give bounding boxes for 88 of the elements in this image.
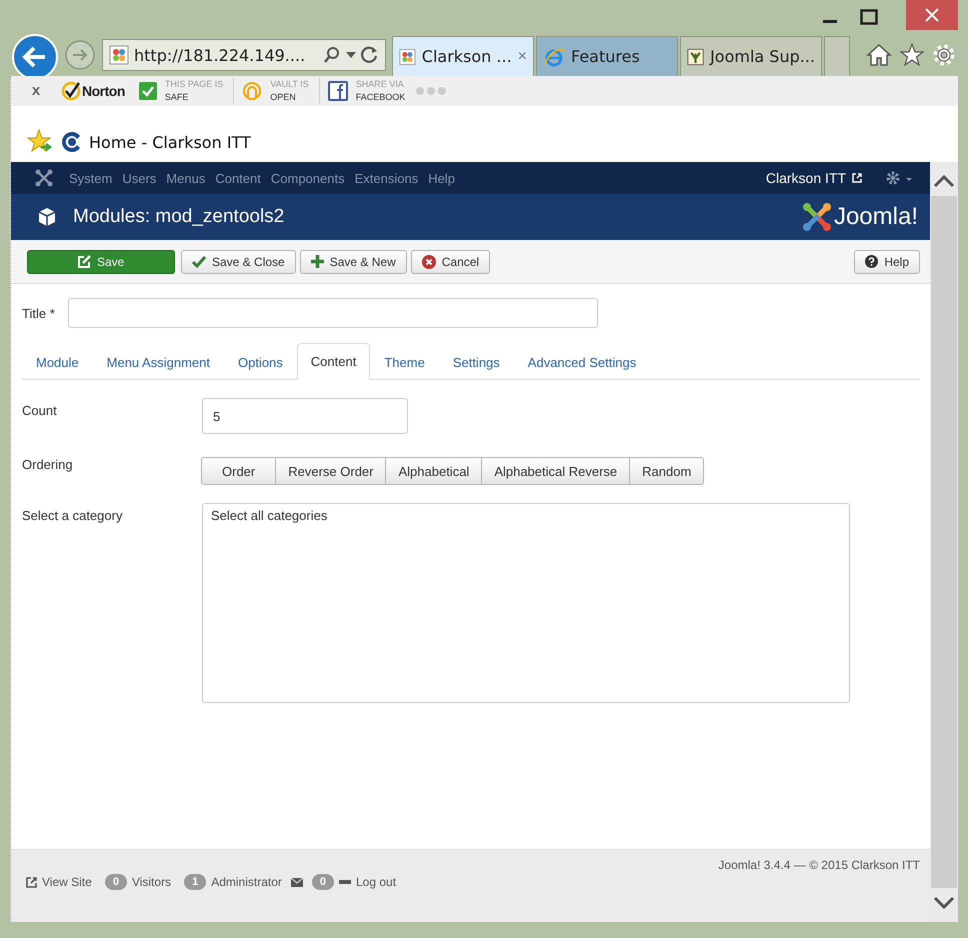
field-label: Count xyxy=(22,402,58,418)
title-label: Title * xyxy=(22,306,55,320)
check-icon xyxy=(61,81,81,101)
home-icon[interactable] xyxy=(866,43,892,67)
toolbar-button[interactable]: Save xyxy=(27,250,175,274)
option-button[interactable]: Order xyxy=(201,457,276,485)
menu-item[interactable]: Help xyxy=(428,170,455,186)
close-tab-button[interactable]: × xyxy=(518,48,527,66)
list-option[interactable]: Select all categories xyxy=(211,508,841,523)
menu-item[interactable]: Extensions xyxy=(354,170,418,186)
addon-item[interactable]: VAULT IS OPEN xyxy=(233,78,319,104)
norton-logo[interactable]: Norton xyxy=(61,81,131,101)
tab[interactable]: Content xyxy=(296,343,370,380)
scroll-thumb[interactable] xyxy=(931,196,957,888)
menu-item[interactable]: System xyxy=(69,170,112,186)
toolbar-button[interactable]: Save & Close xyxy=(181,250,296,274)
close-button[interactable] xyxy=(906,0,958,30)
cancel-icon xyxy=(422,254,436,268)
search-icon[interactable] xyxy=(323,46,341,64)
browser-tab[interactable]: Features xyxy=(536,36,678,76)
check-icon xyxy=(138,82,157,100)
scroll-down-icon[interactable] xyxy=(933,896,955,910)
menu-item[interactable]: Components xyxy=(270,170,345,186)
caret-icon[interactable] xyxy=(346,52,356,58)
edit-icon xyxy=(78,255,91,268)
settings-icon[interactable] xyxy=(932,43,956,67)
option-button[interactable]: Reverse Order xyxy=(275,457,386,485)
tab[interactable]: Theme xyxy=(370,344,439,380)
count-field[interactable]: 5 xyxy=(202,398,408,434)
minus-icon xyxy=(339,880,351,884)
toolbar-button[interactable]: Cancel xyxy=(410,250,490,274)
scroll-up-icon[interactable] xyxy=(933,174,955,188)
help-button[interactable]: Help xyxy=(854,250,920,274)
browser-tab[interactable]: Clarkson ... × xyxy=(392,36,534,76)
tab[interactable]: Menu Assignment xyxy=(92,344,224,380)
favorite-link[interactable]: Home - Clarkson ITT xyxy=(61,131,251,153)
close-icon xyxy=(924,7,940,23)
close-button[interactable]: x xyxy=(11,76,61,106)
version-text: Joomla! 3.4.4 — © 2015 Clarkson ITT xyxy=(718,858,920,872)
check-icon xyxy=(192,256,206,268)
vault-icon xyxy=(242,81,262,101)
field-label: Select a category xyxy=(22,507,124,523)
facebook-icon xyxy=(328,81,348,101)
option-button[interactable]: Alphabetical Reverse xyxy=(481,457,630,485)
logout-link[interactable]: Log out xyxy=(356,875,396,889)
addon-item[interactable]: SHARE VIA FACEBOOK xyxy=(318,78,416,104)
tab[interactable]: Advanced Settings xyxy=(514,344,650,380)
cube-icon xyxy=(37,207,57,227)
tab[interactable]: Options xyxy=(224,344,297,380)
tab[interactable]: Module xyxy=(22,344,93,380)
help-icon xyxy=(865,255,878,268)
category-list[interactable]: Select all categories xyxy=(202,503,850,703)
admins-label: Administrator xyxy=(211,875,282,889)
menu-item[interactable]: Users xyxy=(122,170,156,186)
option-button[interactable]: Random xyxy=(629,457,704,485)
view-site-link[interactable]: View Site xyxy=(42,875,92,889)
tab[interactable]: Settings xyxy=(438,344,514,380)
refresh-icon[interactable] xyxy=(361,46,379,64)
page-title: Modules: mod_zentools2 xyxy=(73,206,284,228)
address-bar[interactable]: http://181.224.149.... xyxy=(102,39,386,71)
external-link-icon[interactable] xyxy=(26,876,37,888)
admins-count: 1 xyxy=(184,874,206,890)
visitors-count: 0 xyxy=(104,874,127,890)
star-icon[interactable] xyxy=(900,43,924,67)
plus-icon xyxy=(310,255,324,268)
option-button[interactable]: Alphabetical xyxy=(385,457,482,485)
menu-item[interactable]: Content xyxy=(215,170,261,186)
site-logo-icon xyxy=(61,131,83,153)
addon-item[interactable]: THIS PAGE IS SAFE xyxy=(130,78,234,104)
favorites-star-icon[interactable] xyxy=(27,129,53,155)
messages-count: 0 xyxy=(312,874,334,890)
joomla-icon[interactable] xyxy=(35,169,53,187)
menu-item[interactable]: Menus xyxy=(166,170,206,186)
joomla-icon xyxy=(109,45,129,65)
visitors-label: Visitors xyxy=(132,875,172,889)
site-link[interactable]: Clarkson ITT xyxy=(766,170,846,186)
joomla-logo: Joomla! xyxy=(802,202,918,232)
title-field[interactable] xyxy=(68,298,598,328)
joomla-logo-icon xyxy=(802,202,832,232)
scrollbar[interactable] xyxy=(930,162,958,922)
toolbar-button[interactable]: Save & New xyxy=(300,250,407,274)
field-label: Ordering xyxy=(22,456,74,472)
leaf-icon xyxy=(687,46,704,66)
envelope-icon[interactable] xyxy=(290,878,303,886)
maximize-icon[interactable] xyxy=(860,9,878,25)
browser-tab[interactable]: Joomla Sup... xyxy=(680,36,822,76)
joomla-icon xyxy=(399,46,416,66)
settings-icon[interactable] xyxy=(886,171,914,185)
